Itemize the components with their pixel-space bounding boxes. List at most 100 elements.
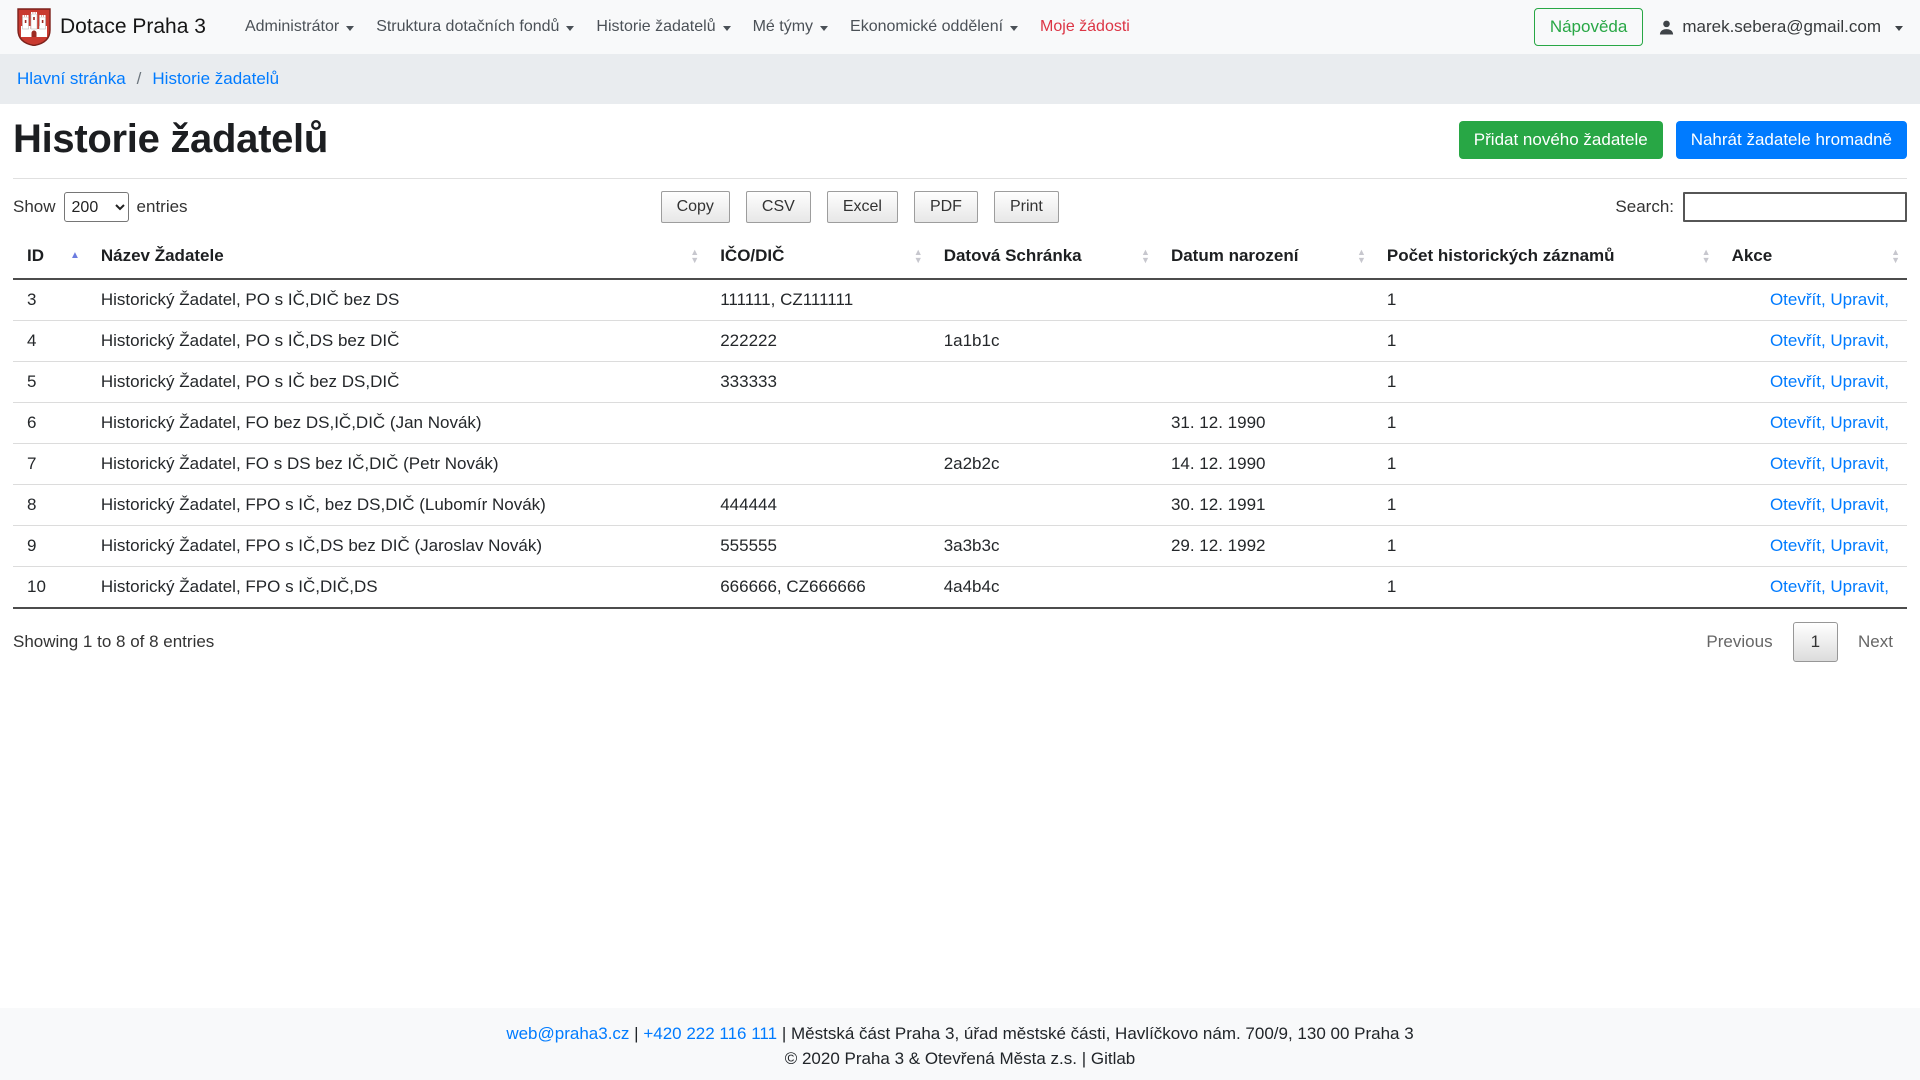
previous-page-button[interactable]: Previous bbox=[1692, 623, 1786, 661]
table-row: 4Historický Žadatel, PO s IČ,DS bez DIČ2… bbox=[13, 321, 1907, 362]
nav-link-administr-tor[interactable]: Administrátor bbox=[234, 10, 365, 44]
column-header-i-o-di[interactable]: IČO/DIČ▲▼ bbox=[706, 234, 929, 279]
export-copy-button[interactable]: Copy bbox=[661, 191, 730, 223]
column-header-datov-schr-nka[interactable]: Datová Schránka▲▼ bbox=[930, 234, 1157, 279]
chevron-down-icon bbox=[820, 26, 828, 31]
navbar-right: Nápověda marek.sebera@gmail.com bbox=[1534, 8, 1903, 46]
cell-ds bbox=[930, 403, 1157, 444]
cell-ds bbox=[930, 362, 1157, 403]
export-csv-button[interactable]: CSV bbox=[746, 191, 811, 223]
action-otev-t-link[interactable]: Otevřít bbox=[1770, 495, 1821, 514]
export-pdf-button[interactable]: PDF bbox=[914, 191, 978, 223]
sort-desc-icon: ▼ bbox=[1141, 256, 1150, 264]
title-row: Historie žadatelů Přidat nového žadatele… bbox=[13, 117, 1907, 162]
cell-narozeni bbox=[1157, 279, 1373, 321]
table-row: 3Historický Žadatel, PO s IČ,DIČ bez DS1… bbox=[13, 279, 1907, 321]
action-otev-t-link[interactable]: Otevřít bbox=[1770, 331, 1821, 350]
sort-desc-icon: ▼ bbox=[1891, 256, 1900, 264]
column-header-n-zev-adatele[interactable]: Název Žadatele▲▼ bbox=[87, 234, 706, 279]
table-header-row: ID▲Název Žadatele▲▼IČO/DIČ▲▼Datová Schrá… bbox=[13, 234, 1907, 279]
action-otev-t-link[interactable]: Otevřít bbox=[1770, 413, 1821, 432]
action-separator: , bbox=[1821, 454, 1830, 473]
nav-item: Ekonomické oddělení bbox=[839, 10, 1029, 44]
navbar: Dotace Praha 3 AdministrátorStruktura do… bbox=[0, 0, 1920, 54]
nav-menu: AdministrátorStruktura dotačních fondůHi… bbox=[234, 10, 1141, 44]
column-header-datum-narozen[interactable]: Datum narození▲▼ bbox=[1157, 234, 1373, 279]
action-otev-t-link[interactable]: Otevřít bbox=[1770, 536, 1821, 555]
sort-desc-icon: ▼ bbox=[690, 256, 699, 264]
action-otev-t-link[interactable]: Otevřít bbox=[1770, 577, 1821, 596]
column-label: IČO/DIČ bbox=[720, 246, 784, 265]
table-row: 7Historický Žadatel, FO s DS bez IČ,DIČ … bbox=[13, 444, 1907, 485]
cell-ico: 444444 bbox=[706, 485, 929, 526]
footer-email-link[interactable]: web@praha3.cz bbox=[506, 1024, 629, 1043]
chevron-down-icon bbox=[1895, 26, 1903, 31]
breadcrumb-current-link[interactable]: Historie žadatelů bbox=[152, 69, 279, 89]
cell-nazev: Historický Žadatel, FPO s IČ,DIČ,DS bbox=[87, 567, 706, 609]
main-content: Historie žadatelů Přidat nového žadatele… bbox=[0, 117, 1920, 675]
nav-link-struktura-dota-n-ch-fond[interactable]: Struktura dotačních fondů bbox=[365, 10, 585, 44]
footer-contact-line: web@praha3.cz | +420 222 116 111 | Městs… bbox=[0, 1021, 1920, 1046]
nav-item: Administrátor bbox=[234, 10, 365, 44]
nav-link-historie-adatel[interactable]: Historie žadatelů bbox=[585, 10, 741, 44]
export-excel-button[interactable]: Excel bbox=[827, 191, 898, 223]
action-separator: , bbox=[1884, 290, 1889, 309]
bulk-upload-button[interactable]: Nahrát žadatele hromadně bbox=[1676, 121, 1907, 159]
help-button[interactable]: Nápověda bbox=[1534, 8, 1644, 46]
next-page-button[interactable]: Next bbox=[1844, 623, 1907, 661]
cell-nazev: Historický Žadatel, FPO s IČ, bez DS,DIČ… bbox=[87, 485, 706, 526]
action-upravit-link[interactable]: Upravit bbox=[1830, 536, 1884, 555]
breadcrumb-home-link[interactable]: Hlavní stránka bbox=[17, 69, 126, 89]
sort-icons: ▲▼ bbox=[1357, 248, 1366, 264]
cell-narozeni: 14. 12. 1990 bbox=[1157, 444, 1373, 485]
column-header-id[interactable]: ID▲ bbox=[13, 234, 87, 279]
cell-id: 7 bbox=[13, 444, 87, 485]
action-upravit-link[interactable]: Upravit bbox=[1830, 577, 1884, 596]
cell-nazev: Historický Žadatel, PO s IČ,DS bez DIČ bbox=[87, 321, 706, 362]
column-header-po-et-historick-ch-z-znam[interactable]: Počet historických záznamů▲▼ bbox=[1373, 234, 1718, 279]
add-applicant-button[interactable]: Přidat nového žadatele bbox=[1459, 121, 1663, 159]
action-upravit-link[interactable]: Upravit bbox=[1830, 290, 1884, 309]
cell-narozeni: 31. 12. 1990 bbox=[1157, 403, 1373, 444]
nav-link-m-t-my[interactable]: Mé týmy bbox=[742, 10, 839, 44]
action-otev-t-link[interactable]: Otevřít bbox=[1770, 372, 1821, 391]
action-upravit-link[interactable]: Upravit bbox=[1830, 495, 1884, 514]
action-upravit-link[interactable]: Upravit bbox=[1830, 454, 1884, 473]
show-label: Show bbox=[13, 197, 56, 217]
column-header-akce[interactable]: Akce▲▼ bbox=[1718, 234, 1907, 279]
nav-link-moje-dosti[interactable]: Moje žádosti bbox=[1029, 10, 1141, 44]
nav-link-ekonomick-odd-len[interactable]: Ekonomické oddělení bbox=[839, 10, 1029, 44]
table-info: Showing 1 to 8 of 8 entries bbox=[13, 632, 214, 652]
action-otev-t-link[interactable]: Otevřít bbox=[1770, 454, 1821, 473]
action-separator: , bbox=[1884, 536, 1889, 555]
cell-akce: Otevřít, Upravit, bbox=[1718, 444, 1907, 485]
user-menu[interactable]: marek.sebera@gmail.com bbox=[1658, 17, 1903, 37]
action-otev-t-link[interactable]: Otevřít bbox=[1770, 290, 1821, 309]
page-length-select[interactable]: 200 bbox=[64, 192, 129, 222]
brand[interactable]: Dotace Praha 3 bbox=[17, 8, 206, 46]
action-upravit-link[interactable]: Upravit bbox=[1830, 331, 1884, 350]
breadcrumb-separator: / bbox=[137, 69, 142, 89]
cell-pocet: 1 bbox=[1373, 403, 1718, 444]
cell-pocet: 1 bbox=[1373, 444, 1718, 485]
footer-phone-link[interactable]: +420 222 116 111 bbox=[643, 1024, 777, 1043]
cell-akce: Otevřít, Upravit, bbox=[1718, 279, 1907, 321]
entries-label: entries bbox=[137, 197, 188, 217]
action-upravit-link[interactable]: Upravit bbox=[1830, 413, 1884, 432]
table-controls: Show 200 entries CopyCSVExcelPDFPrint Se… bbox=[13, 179, 1907, 234]
export-print-button[interactable]: Print bbox=[994, 191, 1059, 223]
cell-ds: 1a1b1c bbox=[930, 321, 1157, 362]
footer-gitlab-link[interactable]: Gitlab bbox=[1091, 1049, 1135, 1068]
cell-pocet: 1 bbox=[1373, 362, 1718, 403]
cell-ico: 555555 bbox=[706, 526, 929, 567]
search-input[interactable] bbox=[1683, 192, 1907, 222]
cell-narozeni bbox=[1157, 567, 1373, 609]
page-length-control: Show 200 entries bbox=[13, 192, 188, 222]
applicants-table: ID▲Název Žadatele▲▼IČO/DIČ▲▼Datová Schrá… bbox=[13, 234, 1907, 609]
action-separator: , bbox=[1821, 372, 1830, 391]
chevron-down-icon bbox=[346, 26, 354, 31]
action-upravit-link[interactable]: Upravit bbox=[1830, 372, 1884, 391]
current-page-button[interactable]: 1 bbox=[1793, 622, 1838, 662]
cell-ds: 2a2b2c bbox=[930, 444, 1157, 485]
cell-id: 5 bbox=[13, 362, 87, 403]
